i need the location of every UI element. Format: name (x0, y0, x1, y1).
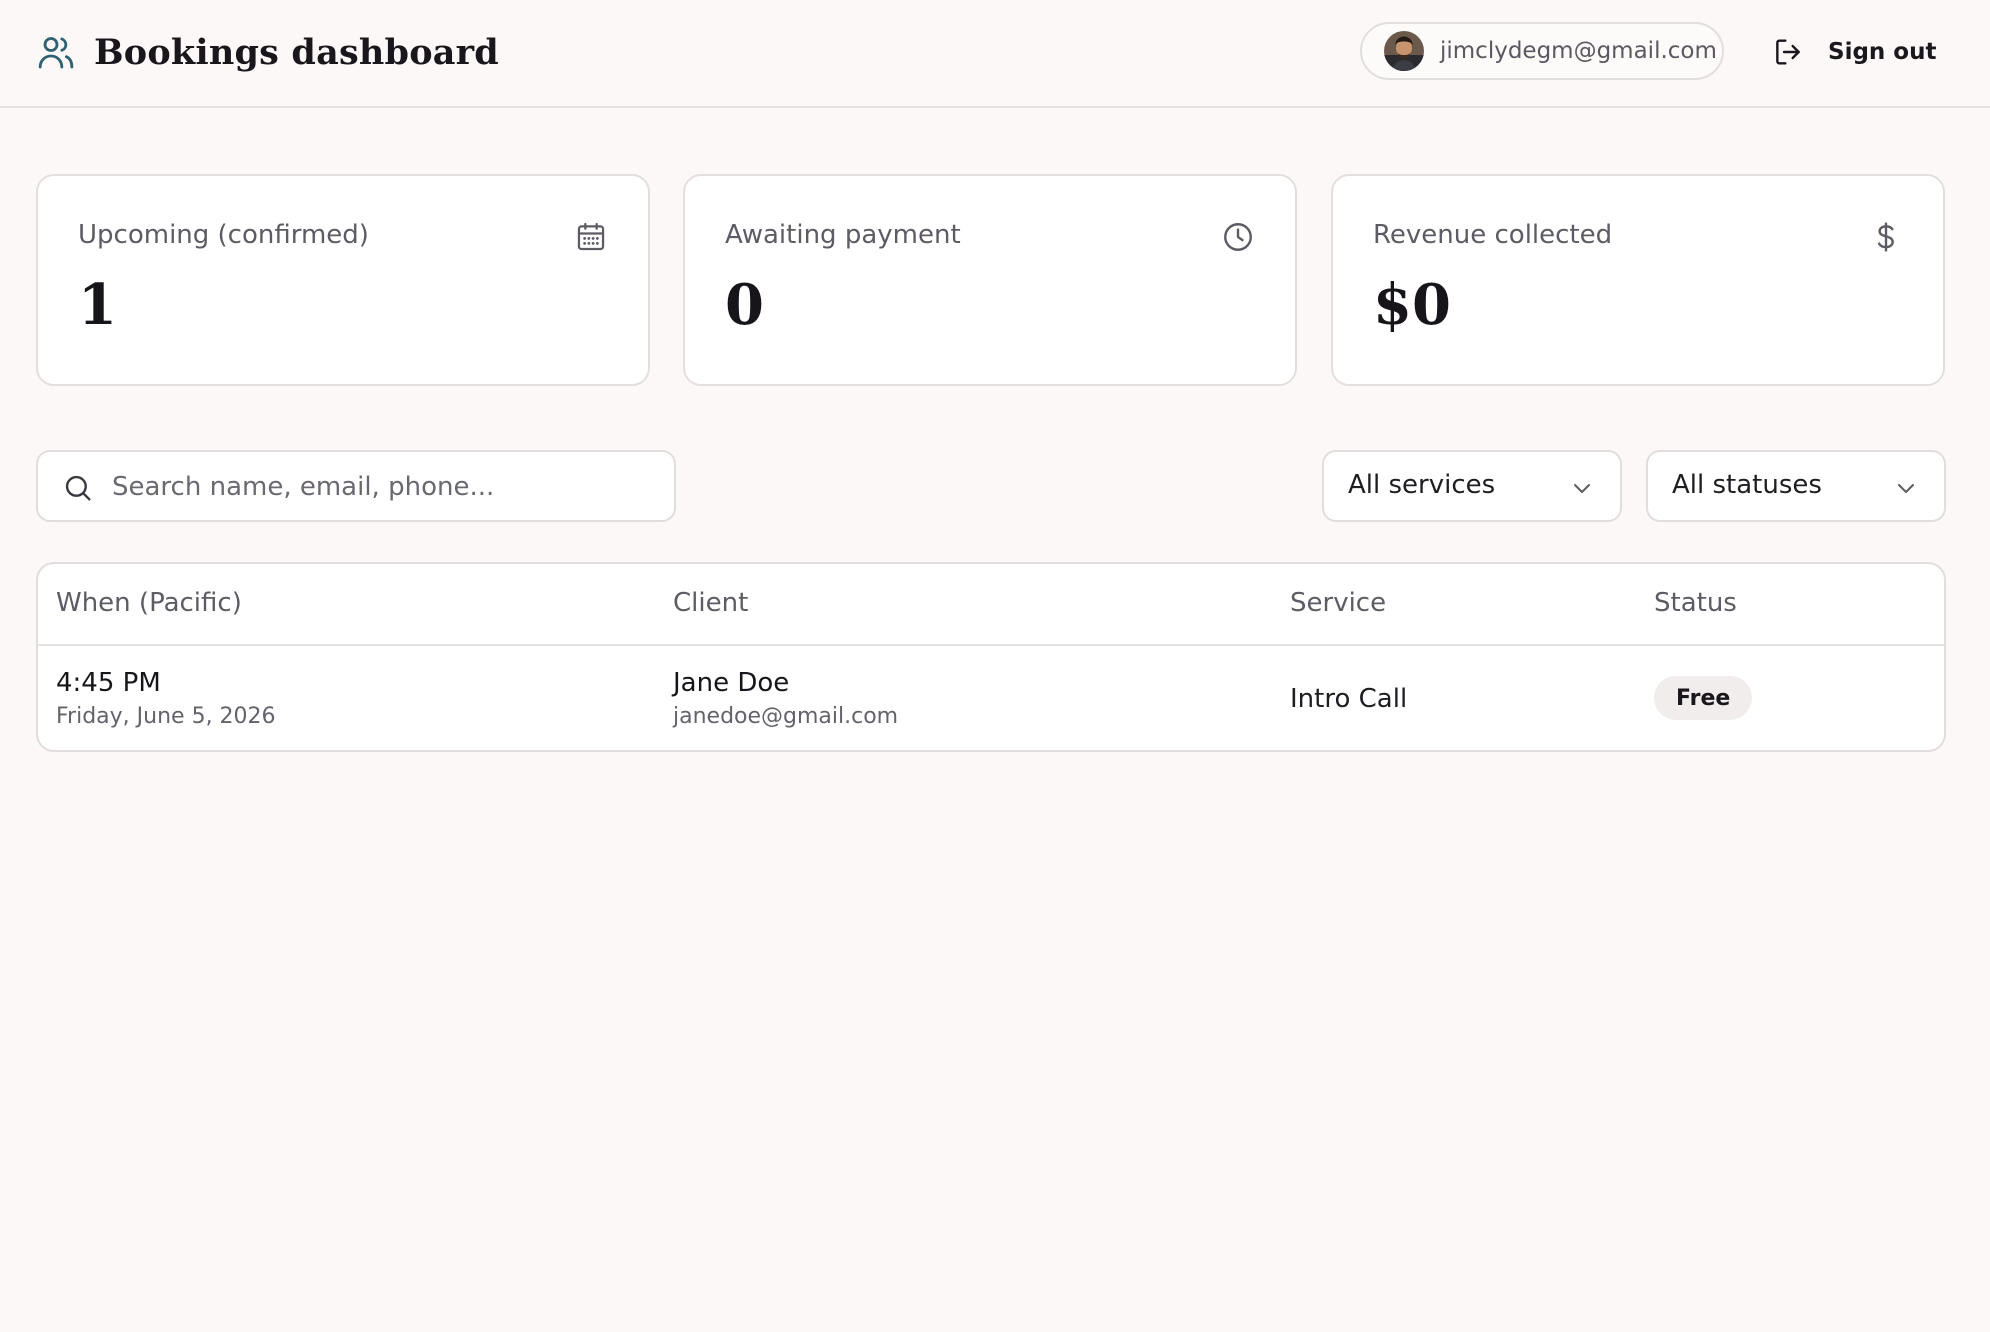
booking-date: Friday, June 5, 2026 (56, 704, 276, 729)
stat-value: 0 (725, 272, 764, 338)
stat-card-revenue: Revenue collected $0 (1331, 174, 1945, 386)
users-icon (38, 37, 74, 69)
stat-value: $0 (1373, 272, 1451, 338)
avatar (1384, 31, 1424, 71)
sign-out-icon (1776, 39, 1800, 65)
stat-card-awaiting-payment: Awaiting payment 0 (683, 174, 1297, 386)
table-row[interactable]: 4:45 PM Friday, June 5, 2026 Jane Doe ja… (38, 646, 1944, 750)
column-header-when: When (Pacific) (56, 588, 242, 618)
chevron-down-icon (1574, 484, 1590, 493)
search-input[interactable] (110, 462, 664, 512)
stat-value: 1 (78, 272, 117, 338)
stat-label: Awaiting payment (725, 220, 961, 250)
account-pill[interactable]: jimclydegm@gmail.com (1360, 22, 1724, 80)
dollar-icon (1877, 222, 1894, 252)
table-header: When (Pacific) Client Service Status (38, 564, 1944, 646)
stat-card-upcoming: Upcoming (confirmed) 1 (36, 174, 650, 386)
chevron-down-icon (1898, 484, 1914, 493)
sign-out-label: Sign out (1828, 39, 1937, 65)
top-bar: Bookings dashboard jimclydegm@gmail.com … (0, 0, 1990, 108)
search-box[interactable] (36, 450, 676, 522)
status-badge: Free (1654, 676, 1753, 720)
stat-label: Revenue collected (1373, 220, 1613, 250)
status-filter-select[interactable]: All statuses (1646, 450, 1946, 522)
client-email: janedoe@gmail.com (673, 704, 899, 729)
column-header-service: Service (1290, 588, 1387, 618)
service-name: Intro Call (1290, 684, 1408, 714)
account-email: jimclydegm@gmail.com (1440, 38, 1717, 64)
stat-label: Upcoming (confirmed) (78, 220, 369, 250)
column-header-client: Client (673, 588, 749, 618)
client-name: Jane Doe (673, 668, 790, 698)
booking-time: 4:45 PM (56, 668, 161, 698)
service-filter-value: All services (1348, 470, 1496, 500)
search-icon (65, 475, 91, 501)
column-header-status: Status (1654, 588, 1737, 618)
service-filter-select[interactable]: All services (1322, 450, 1622, 522)
page-title: Bookings dashboard (94, 31, 499, 73)
status-filter-value: All statuses (1672, 470, 1822, 500)
brand: Bookings dashboard (36, 30, 499, 74)
calendar-icon (577, 222, 605, 251)
clock-icon (1224, 223, 1252, 251)
sign-out-button[interactable]: Sign out (1772, 32, 1936, 72)
bookings-table: When (Pacific) Client Service Status 4:4… (36, 562, 1946, 752)
